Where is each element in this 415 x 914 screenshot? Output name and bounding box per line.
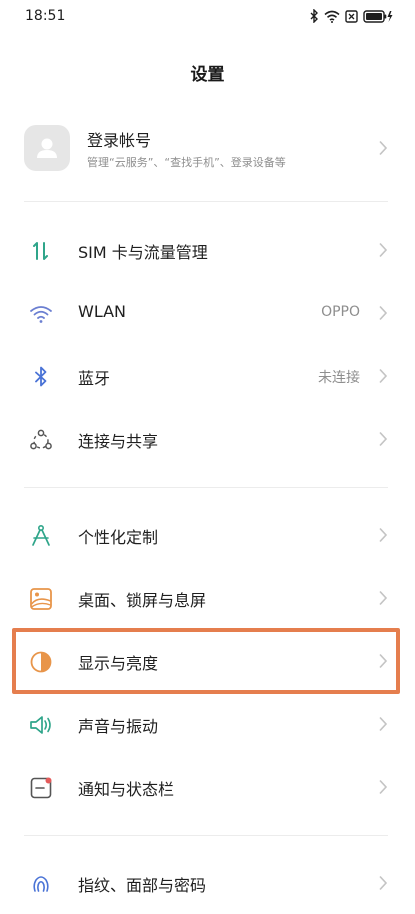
sim-data-icon bbox=[33, 242, 48, 260]
settings-item-personalization[interactable]: 个性化定制 bbox=[0, 504, 415, 566]
settings-item-label: 蓝牙 bbox=[78, 369, 111, 388]
settings-item-sim[interactable]: SIM 卡与流量管理 bbox=[0, 219, 415, 281]
settings-item-sound[interactable]: 声音与振动 bbox=[0, 693, 415, 755]
battery-charging-icon bbox=[363, 9, 393, 23]
person-icon bbox=[37, 138, 57, 158]
section-divider bbox=[24, 487, 388, 488]
settings-item-label: 声音与振动 bbox=[78, 717, 159, 736]
bluetooth-icon bbox=[35, 366, 47, 387]
settings-item-desktop[interactable]: 桌面、锁屏与息屏 bbox=[0, 567, 415, 629]
chevron-right-icon bbox=[379, 242, 388, 258]
settings-item-bluetooth[interactable]: 蓝牙 未连接 bbox=[0, 345, 415, 407]
chevron-right-icon bbox=[379, 590, 388, 606]
fingerprint-icon bbox=[33, 876, 49, 892]
account-subtitle: 管理“云服务”、“查找手机”、登录设备等 bbox=[87, 156, 286, 169]
highlight-box bbox=[12, 628, 400, 694]
wifi-icon bbox=[30, 306, 52, 323]
bluetooth-icon bbox=[310, 9, 318, 23]
settings-item-label: 指纹、面部与密码 bbox=[78, 876, 207, 895]
settings-item-connection[interactable]: 连接与共享 bbox=[0, 408, 415, 470]
section-divider bbox=[24, 835, 388, 836]
settings-item-wlan[interactable]: WLAN OPPO bbox=[0, 282, 415, 344]
chevron-right-icon bbox=[379, 140, 388, 156]
account-login-row[interactable]: 登录帐号 管理“云服务”、“查找手机”、登录设备等 bbox=[0, 118, 415, 178]
chevron-right-icon bbox=[379, 305, 388, 321]
wallpaper-icon bbox=[30, 588, 52, 610]
notification-icon bbox=[30, 777, 52, 799]
status-icons bbox=[310, 9, 393, 23]
settings-item-value: 未连接 bbox=[318, 370, 360, 386]
compass-icon bbox=[32, 524, 50, 546]
settings-item-label: 通知与状态栏 bbox=[78, 780, 175, 799]
avatar bbox=[24, 125, 70, 171]
chevron-right-icon bbox=[379, 875, 388, 891]
account-name: 登录帐号 bbox=[87, 131, 152, 150]
settings-item-fingerprint[interactable]: 指纹、面部与密码 bbox=[0, 852, 415, 914]
chevron-right-icon bbox=[379, 716, 388, 732]
settings-item-label: 个性化定制 bbox=[78, 528, 159, 547]
settings-item-label: 连接与共享 bbox=[78, 432, 159, 451]
settings-item-label: SIM 卡与流量管理 bbox=[78, 243, 208, 262]
chevron-right-icon bbox=[379, 527, 388, 543]
page-title: 设置 bbox=[190, 65, 225, 85]
settings-item-label: 桌面、锁屏与息屏 bbox=[78, 591, 207, 610]
status-bar: 18:51 bbox=[0, 0, 415, 34]
connection-share-icon bbox=[30, 429, 52, 450]
no-sim-icon bbox=[345, 9, 358, 23]
settings-item-label: WLAN bbox=[78, 302, 127, 321]
status-time: 18:51 bbox=[25, 8, 66, 24]
settings-item-value: OPPO bbox=[321, 304, 360, 320]
chevron-right-icon bbox=[379, 779, 388, 795]
section-divider bbox=[24, 201, 388, 202]
chevron-right-icon bbox=[379, 368, 388, 384]
speaker-icon bbox=[30, 716, 51, 734]
wifi-icon bbox=[324, 10, 340, 23]
settings-item-notification[interactable]: 通知与状态栏 bbox=[0, 756, 415, 818]
chevron-right-icon bbox=[379, 431, 388, 447]
